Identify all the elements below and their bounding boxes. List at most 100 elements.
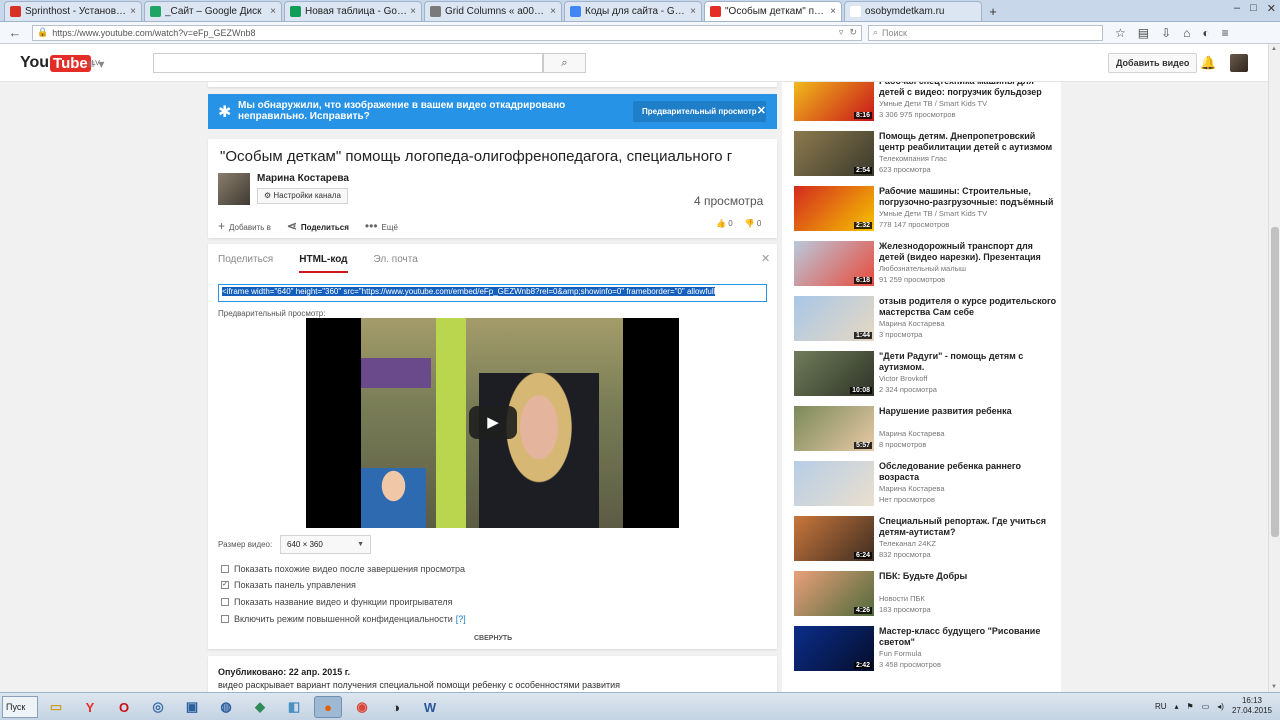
- add-to-button[interactable]: + Добавить в: [218, 219, 271, 233]
- close-tab-icon[interactable]: ×: [690, 6, 696, 17]
- download-icon[interactable]: ⇩: [1161, 26, 1171, 40]
- related-video-title[interactable]: Рабочие машины: Строительные, погрузочно…: [879, 186, 1059, 208]
- play-icon[interactable]: ▶: [469, 406, 517, 439]
- desktop-icon[interactable]: ▣: [178, 696, 206, 718]
- related-video-title[interactable]: Мастер-класс будущего "Рисование светом": [879, 626, 1059, 648]
- menu-icon[interactable]: ≡: [1222, 26, 1229, 40]
- related-video-item[interactable]: 1:44 отзыв родителя о курсе родительского…: [794, 296, 1059, 342]
- related-video-item[interactable]: 2:54 Помощь детям. Днепропетровский центр…: [794, 131, 1059, 177]
- notepad-icon[interactable]: ◧: [280, 696, 308, 718]
- preview-button[interactable]: Предварительный просмотр: [633, 101, 766, 122]
- video-thumbnail[interactable]: 2:42: [794, 626, 874, 671]
- video-thumbnail[interactable]: 4:26: [794, 571, 874, 616]
- related-video-item[interactable]: 10:08 "Дети Радуги" - помощь детям с аути…: [794, 351, 1059, 397]
- close-tab-icon[interactable]: ×: [830, 6, 836, 17]
- checkbox[interactable]: [221, 598, 229, 606]
- browser-tab[interactable]: Новая таблица - Google Таб...×: [284, 1, 422, 21]
- related-video-channel[interactable]: Телекомпания Глас: [879, 153, 947, 164]
- browser-tab[interactable]: Grid Columns « a0009430.xsp...×: [424, 1, 562, 21]
- close-window-icon[interactable]: ✕: [1267, 2, 1276, 15]
- notification-bell-icon[interactable]: 🔔: [1200, 55, 1216, 71]
- related-video-item[interactable]: Обследование ребенка раннего возраста Мар…: [794, 461, 1059, 507]
- flag-icon[interactable]: ⚑: [1187, 702, 1194, 711]
- owner-avatar[interactable]: [218, 173, 250, 205]
- tab-html-code[interactable]: HTML-код: [299, 254, 348, 273]
- related-video-title[interactable]: ПБК: Будьте Добры: [879, 571, 1059, 582]
- word-icon[interactable]: W: [416, 696, 444, 718]
- related-video-channel[interactable]: Fun Formula: [879, 648, 922, 659]
- related-video-item[interactable]: 6:24 Специальный репортаж. Где учиться де…: [794, 516, 1059, 562]
- option-show-title[interactable]: Показать название видео и функции проигр…: [221, 597, 452, 607]
- related-video-channel[interactable]: Марина Костарева: [879, 318, 945, 329]
- close-tab-icon[interactable]: ×: [410, 6, 416, 17]
- related-video-channel[interactable]: Новости ПБК: [879, 593, 925, 604]
- back-icon[interactable]: ←: [6, 24, 24, 42]
- chat-icon[interactable]: ◐: [1202, 26, 1209, 40]
- related-video-channel[interactable]: Любознательный малыш: [879, 263, 966, 274]
- related-video-title[interactable]: Нарушение развития ребенка: [879, 406, 1059, 417]
- language-indicator[interactable]: RU: [1155, 702, 1167, 711]
- upload-button[interactable]: Добавить видео: [1108, 53, 1198, 73]
- related-video-title[interactable]: Рабочая спецтехника машины для детей с в…: [879, 82, 1059, 98]
- close-icon[interactable]: ✕: [761, 252, 770, 265]
- related-video-title[interactable]: Обследование ребенка раннего возраста: [879, 461, 1059, 483]
- browser-tab[interactable]: Коды для сайта - Google До...×: [564, 1, 702, 21]
- browser-search-input[interactable]: ⌕ Поиск: [868, 24, 1103, 41]
- maximize-icon[interactable]: □: [1250, 2, 1257, 15]
- related-video-title[interactable]: Помощь детям. Днепропетровский центр реа…: [879, 131, 1059, 153]
- avatar[interactable]: [1230, 54, 1248, 72]
- related-video-title[interactable]: "Дети Радуги" - помощь детям с аутизмом.: [879, 351, 1059, 373]
- firefox-icon[interactable]: ●: [314, 696, 342, 718]
- address-bar[interactable]: 🔒 https://www.youtube.com/watch?v=eFp_GE…: [32, 24, 862, 41]
- media-icon[interactable]: ◑: [382, 696, 410, 718]
- video-player-preview[interactable]: ▶: [306, 318, 679, 528]
- close-icon[interactable]: ✕: [757, 104, 766, 117]
- video-thumbnail[interactable]: 2:32: [794, 186, 874, 231]
- video-thumbnail[interactable]: 5:57: [794, 406, 874, 451]
- related-video-item[interactable]: 2:42 Мастер-класс будущего "Рисование све…: [794, 626, 1059, 672]
- related-video-title[interactable]: отзыв родителя о курсе родительского мас…: [879, 296, 1059, 318]
- chrome-icon[interactable]: ◉: [348, 696, 376, 718]
- checkbox[interactable]: [221, 565, 229, 573]
- youtube-search-input[interactable]: [153, 53, 543, 73]
- scrollbar[interactable]: ▲ ▼: [1268, 44, 1280, 692]
- ie-icon[interactable]: ◆: [246, 696, 274, 718]
- dislike-button[interactable]: 👎 0: [745, 219, 762, 228]
- checkbox[interactable]: ✓: [221, 581, 229, 589]
- option-show-controls[interactable]: ✓ Показать панель управления: [221, 580, 356, 590]
- more-button[interactable]: ••• Ещё: [365, 219, 398, 233]
- close-tab-icon[interactable]: ×: [130, 6, 136, 17]
- related-video-item[interactable]: 8:16 Рабочая спецтехника машины для детей…: [794, 82, 1059, 122]
- video-thumbnail[interactable]: 8:16: [794, 82, 874, 121]
- related-video-item[interactable]: 5:57 Нарушение развития ребенка Марина Кос…: [794, 406, 1059, 452]
- browser-tab[interactable]: _Сайт – Google Диск ×: [144, 1, 282, 21]
- video-thumbnail[interactable]: 10:08: [794, 351, 874, 396]
- related-video-item[interactable]: 4:26 ПБК: Будьте Добры Новости ПБК 183 прос…: [794, 571, 1059, 617]
- new-tab-icon[interactable]: +: [984, 3, 1002, 21]
- volume-icon[interactable]: ◂): [1217, 702, 1224, 711]
- help-link[interactable]: [?]: [456, 614, 466, 624]
- opera-icon[interactable]: O: [110, 696, 138, 718]
- close-tab-icon[interactable]: ×: [550, 6, 556, 17]
- dropdown-icon[interactable]: ▿: [839, 27, 844, 38]
- video-thumbnail[interactable]: 6:18: [794, 241, 874, 286]
- related-video-channel[interactable]: Марина Костарева: [879, 428, 945, 439]
- browser-tab[interactable]: osobymdetkam.ru: [844, 1, 982, 21]
- video-thumbnail[interactable]: 1:44: [794, 296, 874, 341]
- scroll-thumb[interactable]: [1271, 227, 1279, 537]
- file-explorer-icon[interactable]: ▭: [42, 696, 70, 718]
- app-icon[interactable]: ◍: [212, 696, 240, 718]
- bookmark-star-icon[interactable]: ☆: [1115, 26, 1126, 40]
- related-video-channel[interactable]: Телеканал 24KZ: [879, 538, 936, 549]
- channel-settings-button[interactable]: ⚙ Настройки канала: [257, 188, 348, 204]
- related-video-title[interactable]: Железнодорожный транспорт для детей (вид…: [879, 241, 1059, 263]
- clock[interactable]: 16:13 27.04.2015: [1232, 696, 1272, 716]
- related-video-channel[interactable]: Марина Костарева: [879, 483, 945, 494]
- guide-menu-icon[interactable]: ≡ ▾: [88, 57, 104, 71]
- clipboard-icon[interactable]: ▤: [1138, 26, 1149, 40]
- tab-share[interactable]: Поделиться: [218, 254, 273, 273]
- home-icon[interactable]: ⌂: [1183, 26, 1190, 40]
- youtube-search-button[interactable]: ⌕: [543, 53, 586, 73]
- related-video-channel[interactable]: Умные Дети ТВ / Smart Kids TV: [879, 98, 987, 109]
- related-video-channel[interactable]: Victor Brovkoff: [879, 373, 928, 384]
